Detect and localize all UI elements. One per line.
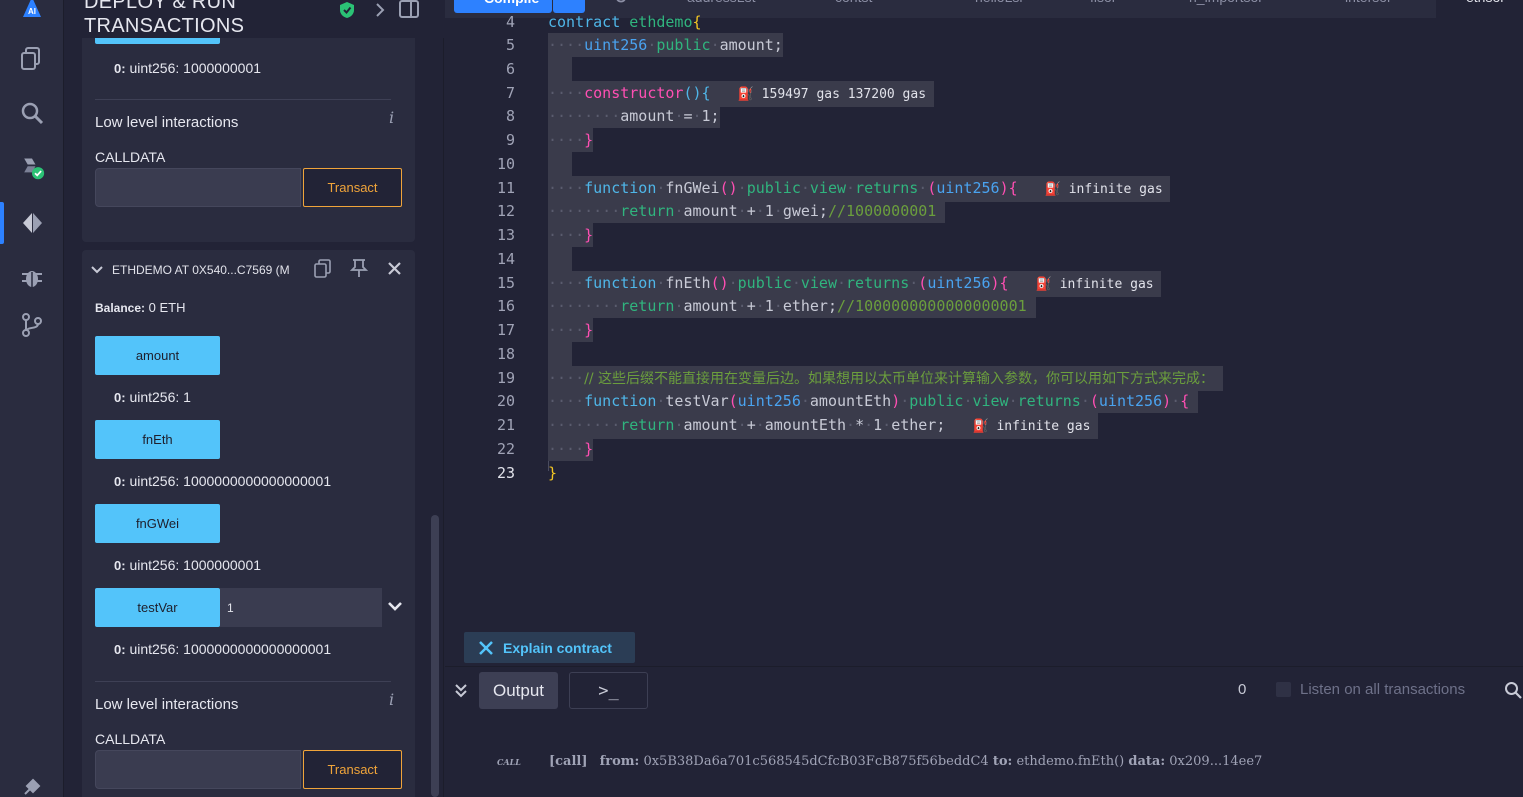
divider — [95, 681, 391, 682]
chevron-right-icon[interactable] — [371, 1, 389, 19]
transaction-count: 0 — [1238, 681, 1247, 698]
code-line: 14 — [445, 247, 1523, 271]
terminal-prompt-tab[interactable]: >_ — [569, 672, 648, 709]
calldata-input[interactable] — [95, 750, 301, 789]
listen-label: Listen on all transactions — [1300, 681, 1466, 698]
code-line: 16 ········return·amount·+·1·ether;//1000… — [445, 294, 1523, 318]
transact-button[interactable]: Transact — [303, 168, 402, 207]
code-line: 23} — [496, 464, 558, 482]
function-button-fneth[interactable]: fnEth — [95, 420, 220, 459]
copy-icon[interactable] — [314, 259, 332, 279]
function-result-amount: 0: uint256: 1 — [114, 389, 191, 405]
solidity-compiler-icon[interactable] — [0, 146, 64, 190]
log-entry[interactable]: CALL [call] from: 0x5B38Da6a701c568545dC… — [497, 754, 1262, 769]
call-tag: CALL — [497, 757, 521, 767]
plugin-icon[interactable] — [0, 765, 64, 797]
search-icon[interactable] — [0, 91, 64, 135]
gas-estimate: infinite gas — [1068, 182, 1163, 197]
chevron-down-icon[interactable] — [90, 263, 104, 277]
code-line: 11 ····function·fnGWei()·public·view·retu… — [445, 176, 1523, 202]
divider — [95, 99, 391, 100]
code-line: 4 contract ethdemo{ — [505, 13, 702, 31]
terminal-output: CALL [call] from: 0x5B38Da6a701c568545dC… — [445, 714, 1523, 797]
function-button-amount[interactable]: amount — [95, 336, 220, 375]
function-result-testvar: 0: uint256: 1000000000000000001 — [114, 641, 332, 657]
code-line: 19 ····// 这些后缀不能直接用在变量后边。如果想用以太币单位来计算输入参数… — [445, 366, 1523, 391]
explain-contract-button[interactable]: Explain contract — [464, 632, 635, 663]
transact-button[interactable]: Transact — [303, 750, 402, 789]
panel-scrollbar[interactable] — [431, 515, 439, 797]
instance-name: ETHDEMO AT 0X540...C7569 (M — [112, 263, 290, 277]
search-icon[interactable] — [1504, 681, 1522, 699]
gas-estimate: infinite gas — [1059, 277, 1154, 292]
code-line: 7 ····constructor(){ ⛽ 159497 gas 137200 … — [445, 81, 1523, 107]
low-level-interactions-title: Low level interactions — [95, 696, 239, 713]
function-button-testvar[interactable]: testVar — [95, 588, 220, 627]
function-button-fngwei[interactable]: fnGWei — [95, 504, 220, 543]
output-tab[interactable]: Output — [479, 672, 558, 709]
close-icon[interactable] — [387, 261, 402, 276]
calldata-label: CALLDATA — [95, 731, 166, 747]
git-icon[interactable] — [0, 303, 64, 347]
terminal-toolbar: Output >_ 0 Listen on all transactions — [445, 666, 1523, 714]
code-comment: //1000000000000000001 — [837, 297, 1027, 315]
panel-title: DEPLOY & RUN TRANSACTIONS — [84, 0, 245, 37]
info-icon[interactable]: i — [389, 108, 394, 127]
code-line: 15 ····function·fnEth()·public·view·retur… — [445, 271, 1523, 297]
code-line: 20 ····function·testVar(uint256·amountEth… — [445, 389, 1523, 413]
expand-chevron-icon[interactable] — [387, 599, 403, 613]
ai-logo-icon[interactable]: AI — [0, 0, 64, 30]
previous-instance-card: 0: uint256: 1000000001 Low level interac… — [82, 30, 415, 242]
code-line: 21 ········return·amount·+·amountEth·*·1·… — [445, 413, 1523, 439]
function-result-fneth: 0: uint256: 1000000000000000001 — [114, 473, 332, 489]
function-result-fngwei: 0: uint256: 1000000001 — [114, 557, 262, 573]
debugger-icon[interactable] — [0, 255, 64, 299]
code-line: 8 ········amount·=·1; — [445, 104, 1523, 128]
code-line: 10 — [445, 152, 1523, 176]
info-icon[interactable]: i — [389, 690, 394, 709]
listen-checkbox[interactable] — [1276, 682, 1291, 697]
collapse-terminal-icon[interactable] — [454, 683, 468, 699]
code-line: 12 ········return·amount·+·1·gwei;//10000… — [445, 199, 1523, 223]
low-level-interactions-title: Low level interactions — [95, 114, 239, 131]
file-explorer-icon[interactable] — [0, 36, 64, 80]
toggle-panel-icon[interactable] — [399, 0, 419, 18]
balance: Balance: 0 ETH — [95, 300, 186, 315]
code-line: 9 ····} — [445, 128, 1523, 152]
code-line: 22 ····} — [445, 437, 1523, 461]
code-line: 5 ····uint256·public·amount; — [445, 33, 1523, 57]
code-line: 13 ····} — [445, 223, 1523, 247]
code-comment: // 这些后缀不能直接用在变量后边。如果想用以太币单位来计算输入参数，你可以用如… — [584, 371, 1215, 387]
code-editor[interactable]: Compile addressLst contst helloLsr fisor… — [445, 0, 1523, 630]
icon-rail: AI — [0, 0, 64, 797]
ethdemo-instance-card: ETHDEMO AT 0X540...C7569 (M Balance: 0 E… — [82, 250, 415, 797]
deploy-run-panel: DEPLOY & RUN TRANSACTIONS 0: uint256: 10… — [64, 0, 444, 797]
code-line: 18 — [445, 342, 1523, 366]
function-result: 0: uint256: 1000000001 — [114, 60, 262, 76]
svg-text:AI: AI — [28, 7, 36, 16]
testvar-input[interactable]: 1 — [220, 588, 382, 627]
sparkle-icon — [479, 640, 493, 655]
shield-check-icon — [340, 2, 354, 18]
pin-icon[interactable] — [350, 258, 368, 278]
panel-header: DEPLOY & RUN TRANSACTIONS — [64, 0, 444, 38]
gas-estimate: infinite gas — [996, 419, 1091, 434]
code-line: 6 — [445, 57, 1523, 81]
gas-estimate: 159497 gas 137200 gas — [761, 87, 927, 102]
code-comment: //1000000001 — [827, 202, 937, 220]
calldata-label: CALLDATA — [95, 149, 166, 165]
search-icon[interactable] — [615, 0, 629, 6]
deploy-run-icon[interactable] — [0, 201, 64, 245]
calldata-input[interactable] — [95, 168, 301, 207]
code-line: 17 ····} — [445, 318, 1523, 342]
